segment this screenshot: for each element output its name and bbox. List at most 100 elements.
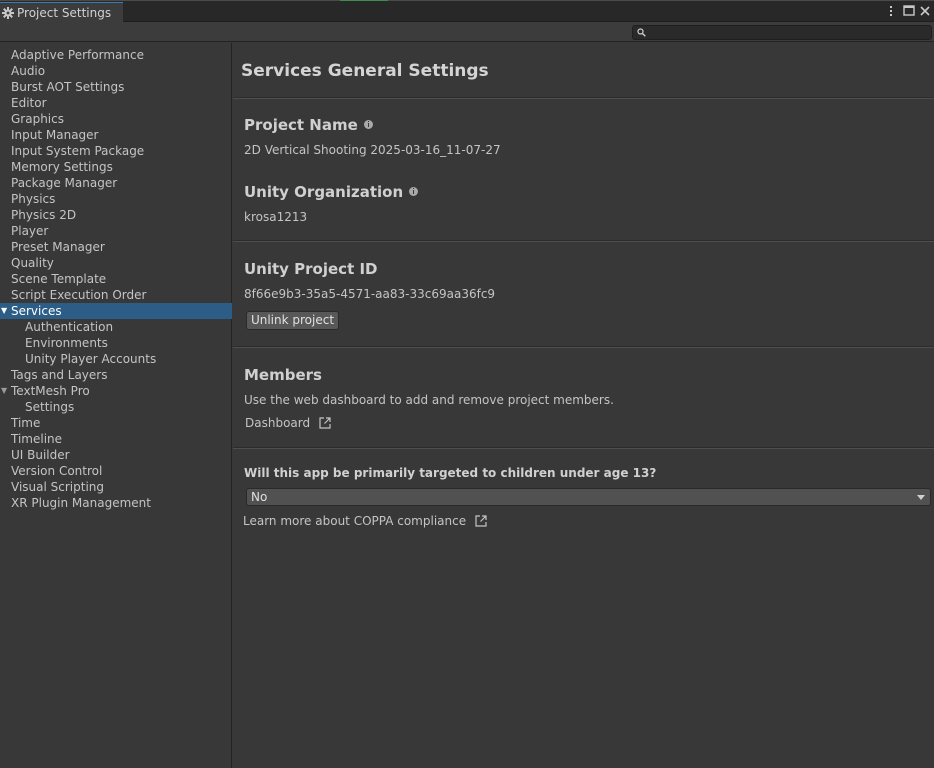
sidebar-item-label: Script Execution Order — [11, 288, 147, 302]
sidebar-item-label: Adaptive Performance — [11, 48, 144, 62]
sidebar-item-textmesh-pro[interactable]: ▼ TextMesh Pro — [0, 383, 232, 399]
page-title: Services General Settings — [241, 61, 489, 81]
sidebar-item-label: Settings — [25, 400, 75, 414]
search-icon — [637, 28, 646, 37]
divider — [233, 447, 934, 449]
close-icon[interactable] — [918, 4, 932, 18]
info-icon[interactable] — [363, 120, 373, 129]
sidebar-item-label: Scene Template — [11, 272, 107, 286]
sidebar-item-label: TextMesh Pro — [11, 384, 90, 398]
sidebar-item-unity-player-accounts[interactable]: Unity Player Accounts — [0, 351, 232, 367]
coppa-learn-more-label: Learn more about COPPA compliance — [243, 514, 467, 528]
sidebar-item-graphics[interactable]: Graphics — [0, 111, 232, 127]
coppa-learn-more-link[interactable]: Learn more about COPPA compliance — [243, 514, 488, 528]
sidebar-item-label: Environments — [25, 336, 108, 350]
sidebar-item-authentication[interactable]: Authentication — [0, 319, 232, 335]
top-accent — [340, 0, 388, 1]
sidebar-item-label: Unity Player Accounts — [25, 352, 157, 366]
toolbar — [0, 22, 934, 42]
members-label: Members — [244, 366, 322, 384]
info-icon[interactable] — [409, 187, 419, 196]
sidebar-item-xr-plugin-management[interactable]: XR Plugin Management — [0, 495, 232, 511]
divider — [233, 97, 934, 99]
title-bar: Project Settings — [0, 0, 934, 23]
external-link-icon — [475, 515, 487, 527]
sidebar-item-label: XR Plugin Management — [11, 496, 151, 510]
sidebar-item-player[interactable]: Player — [0, 223, 232, 239]
maximize-icon[interactable] — [902, 4, 916, 18]
settings-sidebar: Adaptive Performance Audio Burst AOT Setti… — [0, 43, 232, 768]
external-link-icon — [319, 417, 331, 429]
sidebar-item-adaptive-performance[interactable]: Adaptive Performance — [0, 47, 232, 63]
dashboard-label: Dashboard — [245, 416, 311, 430]
sidebar-item-label: Tags and Layers — [11, 368, 108, 382]
sidebar-item-input-manager[interactable]: Input Manager — [0, 127, 232, 143]
sidebar-item-label: Graphics — [11, 112, 64, 126]
sidebar-item-services[interactable]: ▼ Services — [0, 303, 232, 319]
project-name-label: Project Name — [244, 116, 358, 134]
sidebar-item-tags-and-layers[interactable]: Tags and Layers — [0, 367, 232, 383]
sidebar-item-label: Editor — [11, 96, 47, 110]
sidebar-item-label: UI Builder — [11, 448, 70, 462]
sidebar-item-label: Burst AOT Settings — [11, 80, 125, 94]
expand-arrow-icon[interactable]: ▼ — [1, 383, 7, 399]
sidebar-item-label: Physics — [11, 192, 56, 206]
coppa-question: Will this app be primarily targeted to c… — [244, 466, 657, 480]
sidebar-item-label: Audio — [11, 64, 46, 78]
sidebar-item-label: Timeline — [11, 432, 63, 446]
sidebar-item-time[interactable]: Time — [0, 415, 232, 431]
search-input[interactable] — [632, 25, 932, 40]
organization-value: krosa1213 — [244, 210, 308, 224]
sidebar-item-label: Input System Package — [11, 144, 145, 158]
sidebar-item-script-execution-order[interactable]: Script Execution Order — [0, 287, 232, 303]
sidebar-item-label: Authentication — [25, 320, 114, 334]
sidebar-item-timeline[interactable]: Timeline — [0, 431, 232, 447]
project-id-label: Unity Project ID — [244, 260, 378, 278]
organization-heading: Unity Organization — [244, 183, 419, 201]
sidebar-item-label: Player — [11, 224, 49, 238]
sidebar-item-audio[interactable]: Audio — [0, 63, 232, 79]
sidebar-item-visual-scripting[interactable]: Visual Scripting — [0, 479, 232, 495]
sidebar-item-label: Version Control — [11, 464, 103, 478]
sidebar-item-physics[interactable]: Physics — [0, 191, 232, 207]
sidebar-item-label: Services — [11, 304, 62, 318]
sidebar-item-label: Preset Manager — [11, 240, 105, 254]
sidebar-item-ui-builder[interactable]: UI Builder — [0, 447, 232, 463]
sidebar-item-burst-aot-settings[interactable]: Burst AOT Settings — [0, 79, 232, 95]
more-options-icon[interactable] — [884, 4, 898, 18]
coppa-selected-value: No — [251, 490, 268, 504]
sidebar-item-label: Visual Scripting — [11, 480, 104, 494]
sidebar-item-scene-template[interactable]: Scene Template — [0, 271, 232, 287]
organization-label: Unity Organization — [244, 183, 404, 201]
sidebar-item-memory-settings[interactable]: Memory Settings — [0, 159, 232, 175]
coppa-dropdown[interactable]: No — [246, 488, 931, 506]
tab-project-settings[interactable]: Project Settings — [0, 2, 123, 23]
sidebar-item-label: Memory Settings — [11, 160, 113, 174]
sidebar-item-package-manager[interactable]: Package Manager — [0, 175, 232, 191]
sidebar-item-label: Quality — [11, 256, 54, 270]
top-line — [0, 0, 934, 1]
divider — [233, 346, 934, 348]
sidebar-item-label: Package Manager — [11, 176, 118, 190]
sidebar-item-label: Time — [11, 416, 41, 430]
sidebar-item-version-control[interactable]: Version Control — [0, 463, 232, 479]
sidebar-item-preset-manager[interactable]: Preset Manager — [0, 239, 232, 255]
project-id-value: 8f66e9b3-35a5-4571-aa83-33c69aa36fc9 — [244, 287, 496, 301]
sidebar-item-settings[interactable]: Settings — [0, 399, 232, 415]
members-description: Use the web dashboard to add and remove … — [244, 393, 614, 407]
project-name-value: 2D Vertical Shooting 2025-03-16_11-07-27 — [244, 143, 501, 157]
services-panel: Services General Settings Project Name 2… — [233, 43, 934, 768]
gear-icon — [2, 4, 14, 23]
dashboard-link[interactable]: Dashboard — [245, 416, 332, 430]
project-name-heading: Project Name — [244, 116, 373, 134]
sidebar-item-editor[interactable]: Editor — [0, 95, 232, 111]
sidebar-item-environments[interactable]: Environments — [0, 335, 232, 351]
expand-arrow-icon[interactable]: ▼ — [1, 303, 7, 319]
sidebar-item-quality[interactable]: Quality — [0, 255, 232, 271]
sidebar-item-input-system-package[interactable]: Input System Package — [0, 143, 232, 159]
sidebar-item-physics-2d[interactable]: Physics 2D — [0, 207, 232, 223]
sidebar-item-label: Input Manager — [11, 128, 99, 142]
tab-title: Project Settings — [17, 6, 112, 20]
unlink-project-button[interactable]: Unlink project — [246, 311, 339, 330]
divider — [233, 240, 934, 242]
